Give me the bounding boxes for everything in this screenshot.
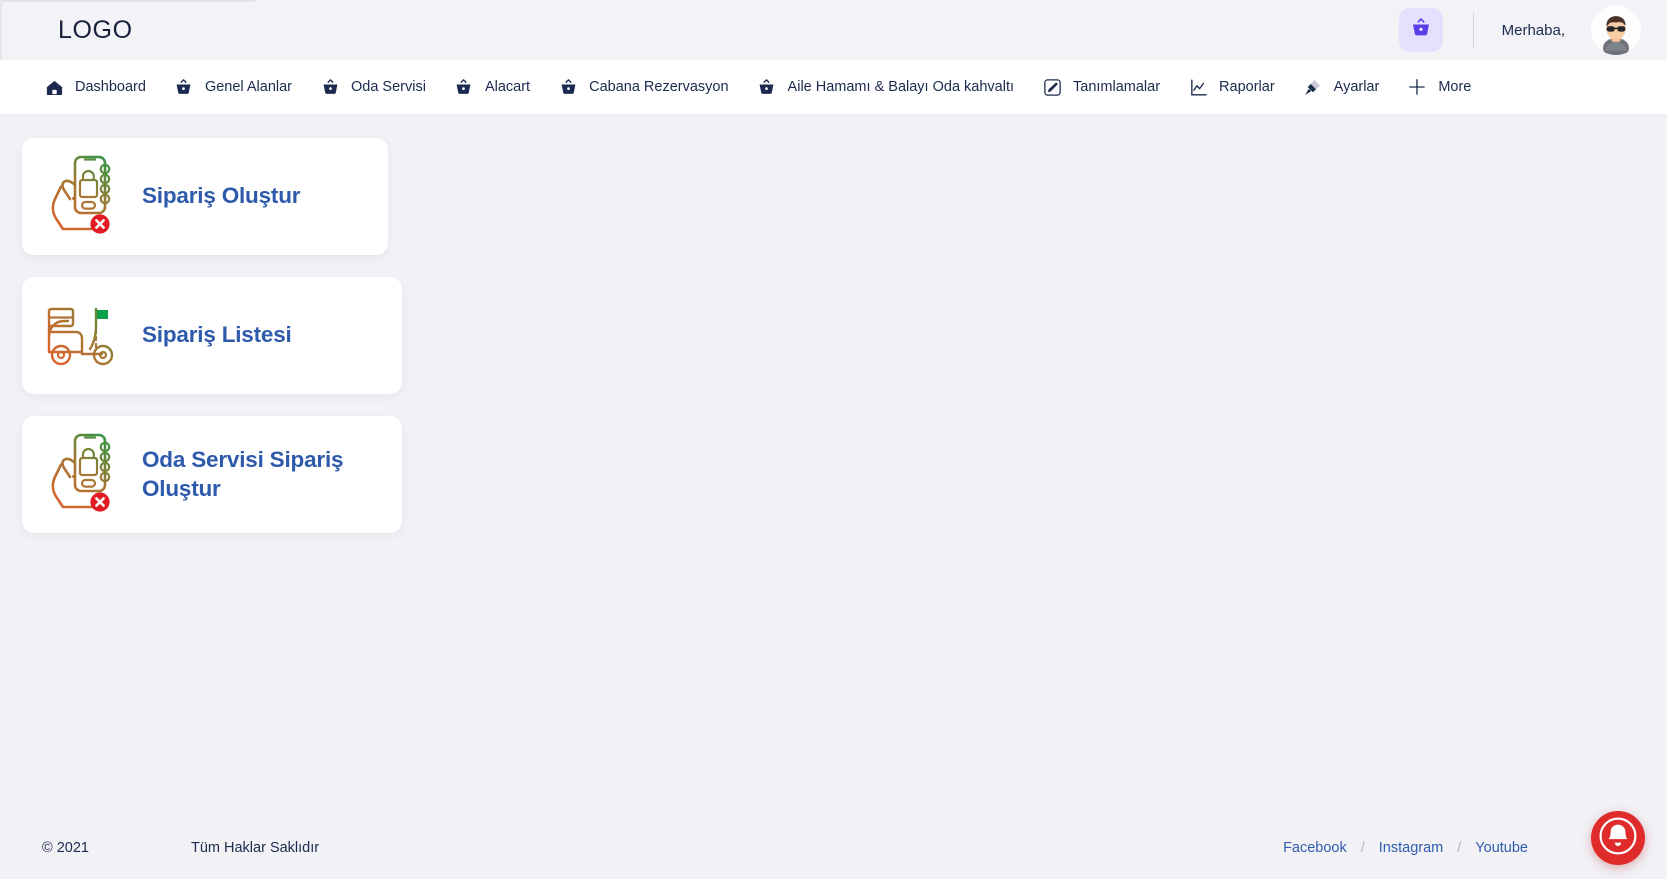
user-avatar	[1591, 5, 1641, 55]
app-header: LOGO Merhaba,	[0, 0, 1667, 60]
app-logo: LOGO	[58, 15, 133, 44]
card-title: Oda Servisi Sipariş Oluştur	[142, 446, 344, 501]
main-content: Sipariş Oluştur Sipariş Listesi Oda Serv…	[0, 114, 1667, 877]
footer-link-youtube[interactable]: Youtube	[1475, 840, 1528, 856]
nav-label: Raporlar	[1219, 79, 1275, 95]
main-navigation: Dashboard Genel Alanlar Oda Servisi Alac…	[0, 60, 1667, 114]
basket-icon	[320, 77, 340, 97]
rights-text: Tüm Haklar Saklıdır	[190, 840, 320, 856]
footer-link-instagram[interactable]: Instagram	[1379, 840, 1443, 856]
chart-line-icon	[1188, 77, 1208, 97]
paintbrush-icon	[1303, 77, 1323, 97]
nav-item-ayarlar[interactable]: Ayarlar	[1289, 60, 1394, 114]
footer-separator: /	[1457, 840, 1462, 856]
footer-link-facebook[interactable]: Facebook	[1283, 840, 1347, 856]
hand-phone-order-icon	[46, 430, 122, 520]
nav-item-tanimlamalar[interactable]: Tanımlamalar	[1028, 60, 1174, 114]
nav-item-dashboard[interactable]: Dashboard	[36, 60, 160, 114]
edit-pencil-icon	[1042, 77, 1062, 97]
nav-label: Tanımlamalar	[1073, 79, 1161, 95]
card-siparis-listesi[interactable]: Sipariş Listesi	[22, 277, 402, 394]
nav-label: Oda Servisi	[351, 79, 426, 95]
card-title: Sipariş Oluştur	[142, 183, 301, 209]
avatar[interactable]	[1591, 5, 1641, 55]
nav-item-oda-servisi[interactable]: Oda Servisi	[306, 60, 440, 114]
footer-left: © 2021 Tüm Haklar Saklıdır	[42, 840, 319, 856]
header-divider	[1472, 12, 1474, 48]
nav-label: Aile Hamamı & Balayı Oda kahvaltı	[787, 79, 1015, 95]
plus-icon	[1407, 77, 1427, 97]
hand-phone-order-icon	[46, 152, 122, 242]
home-icon	[44, 77, 64, 97]
basket-icon	[757, 77, 777, 97]
basket-icon	[454, 77, 474, 97]
card-siparis-olustur[interactable]: Sipariş Oluştur	[22, 138, 388, 255]
basket-button[interactable]	[1398, 8, 1443, 52]
footer-social-links: Facebook / Instagram / Youtube	[1283, 840, 1528, 856]
nav-item-raporlar[interactable]: Raporlar	[1174, 60, 1289, 114]
basket-icon	[1410, 17, 1432, 44]
nav-label: Cabana Rezervasyon	[589, 79, 729, 95]
nav-label: More	[1438, 79, 1472, 95]
copyright-text: © 2021	[42, 840, 89, 856]
card-oda-servisi-siparis-olustur[interactable]: Oda Servisi Sipariş Oluştur	[22, 416, 402, 533]
header-actions: Merhaba,	[1398, 5, 1641, 55]
notification-fab[interactable]	[1591, 811, 1645, 865]
nav-item-cabana-rezervasyon[interactable]: Cabana Rezervasyon	[544, 60, 742, 114]
nav-label: Ayarlar	[1333, 79, 1380, 95]
nav-item-alacart[interactable]: Alacart	[440, 60, 544, 114]
notification-bell-icon	[1597, 815, 1639, 862]
basket-icon	[174, 77, 194, 97]
nav-item-aile-hamami-balayi-oda-kahvalti[interactable]: Aile Hamamı & Balayı Oda kahvaltı	[743, 60, 1028, 114]
page-footer: © 2021 Tüm Haklar Saklıdır Facebook / In…	[0, 817, 1667, 879]
delivery-scooter-icon	[46, 291, 122, 381]
greeting-text: Merhaba,	[1501, 21, 1565, 39]
nav-label: Alacart	[484, 79, 531, 95]
footer-separator: /	[1360, 840, 1365, 856]
nav-item-genel-alanlar[interactable]: Genel Alanlar	[160, 60, 306, 114]
basket-icon	[558, 77, 578, 97]
nav-label: Dashboard	[75, 79, 146, 95]
nav-label: Genel Alanlar	[204, 79, 292, 95]
card-title: Sipariş Listesi	[142, 322, 292, 348]
nav-item-more[interactable]: More	[1393, 60, 1485, 114]
